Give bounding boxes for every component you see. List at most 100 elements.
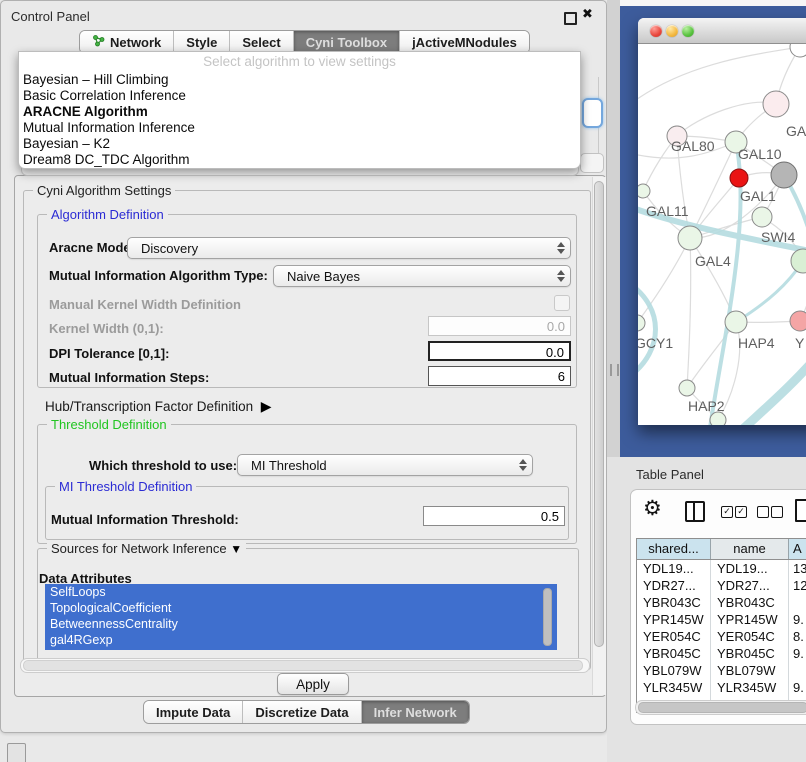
column-header-name[interactable]: name [711, 539, 789, 559]
deselect-all-checkbox-icon[interactable] [771, 506, 783, 518]
select-all-checkbox-icon[interactable]: ✓ [735, 506, 747, 518]
gear-icon[interactable]: ⚙ [643, 498, 662, 520]
algorithm-dropdown-placeholder: Select algorithm to view settings [19, 52, 580, 72]
close-traffic-light-icon[interactable] [650, 25, 662, 37]
apply-button[interactable]: Apply [277, 673, 349, 695]
algorithm-option-mutual-information-inference[interactable]: Mutual Information Inference [19, 120, 580, 136]
table-cell: 9. [789, 679, 806, 696]
node-label-hap4: HAP4 [738, 335, 775, 351]
table-row[interactable]: YLR345WYLR345W9. [637, 679, 806, 696]
attribute-item-gal4rgexp[interactable]: gal4RGexp [45, 632, 557, 648]
node-label-gal11: GAL11 [646, 203, 689, 219]
select-all-checkbox-icon[interactable]: ✓ [721, 506, 733, 518]
sources-legend[interactable]: Sources for Network Inference ▼ [47, 541, 246, 556]
network-node-gal11[interactable] [638, 184, 650, 198]
table-cell [789, 594, 806, 611]
tab-discretize-data[interactable]: Discretize Data [243, 701, 361, 723]
attribute-item-topologicalcoefficient[interactable]: TopologicalCoefficient [45, 600, 557, 616]
column-header-shared[interactable]: shared... [637, 539, 711, 559]
attribute-item-betweennesscentrality[interactable]: BetweennessCentrality [45, 616, 557, 632]
network-node-y[interactable] [790, 311, 806, 331]
table-horizontal-scrollbar[interactable] [635, 700, 806, 715]
tab-infer-network[interactable]: Infer Network [362, 701, 469, 723]
tab-jactivemnodules[interactable]: jActiveMNodules [400, 31, 529, 53]
float-window-icon[interactable] [564, 12, 577, 25]
attribute-item-selfloops[interactable]: SelfLoops [45, 584, 557, 600]
network-node[interactable] [790, 44, 806, 57]
mi-algorithm-type-combobox[interactable]: Naive Bayes [273, 265, 571, 287]
algorithm-option-bayesian-k2[interactable]: Bayesian – K2 [19, 136, 580, 152]
network-canvas[interactable]: GALGAL80GAL10GAL1SWI4GAL11GAL4GCY1HAP4YH… [638, 44, 806, 425]
aracne-mode-combobox[interactable]: Discovery [127, 237, 571, 259]
mi-threshold-field[interactable]: 0.5 [423, 506, 565, 526]
node-label-gal1: GAL1 [740, 188, 776, 204]
table-row[interactable]: YDR27...YDR27...12 [637, 577, 806, 594]
node-label-gal80: GAL80 [671, 138, 715, 154]
dpi-tolerance-field[interactable]: 0.0 [428, 341, 571, 361]
table-row[interactable]: YER054CYER054C8. [637, 628, 806, 645]
zoom-traffic-light-icon[interactable] [682, 25, 694, 37]
horizontal-scrollbar-thumb[interactable] [23, 660, 583, 671]
data-attributes-list[interactable]: SelfLoopsTopologicalCoefficientBetweenne… [45, 584, 557, 650]
algorithm-option-dream8-dc-tdc-algorithm[interactable]: Dream8 DC_TDC Algorithm [19, 152, 580, 168]
table-row[interactable]: YBL079WYBL079W [637, 662, 806, 679]
minimize-traffic-light-icon[interactable] [666, 25, 678, 37]
algorithm-dropdown-list: Bayesian – Hill ClimbingBasic Correlatio… [19, 72, 580, 168]
horizontal-scrollbar[interactable] [20, 658, 590, 673]
network-window-titlebar[interactable] [638, 18, 806, 44]
table-cell: YDL19... [637, 560, 711, 577]
table-cell: YLR345W [711, 679, 789, 696]
table-row[interactable]: YBR043CYBR043C [637, 594, 806, 611]
network-node-gal[interactable] [763, 91, 789, 117]
table-cell: 9. [789, 611, 806, 628]
expand-arrow-icon: ▶ [257, 398, 272, 414]
mi-steps-field[interactable]: 6 [428, 366, 571, 386]
close-icon[interactable]: ✖ [582, 6, 593, 22]
table-row[interactable]: YDL19...YDL19...13 [637, 560, 806, 577]
table-row[interactable]: YPR145WYPR145W9. [637, 611, 806, 628]
network-node-hap4[interactable] [725, 311, 747, 333]
table-row[interactable]: YBR045CYBR045C9. [637, 645, 806, 662]
tab-cyni-toolbox[interactable]: Cyni Toolbox [294, 31, 400, 53]
control-panel-window: Control Panel ✖ NetworkStyleSelectCyni T… [0, 0, 607, 733]
vertical-scrollbar[interactable] [592, 177, 606, 695]
divider-handle[interactable] [610, 364, 619, 376]
algorithm-option-basic-correlation-inference[interactable]: Basic Correlation Inference [19, 88, 580, 104]
columns-icon[interactable] [685, 501, 705, 522]
table-horizontal-scrollbar-thumb[interactable] [638, 702, 806, 713]
deselect-all-checkbox-icon[interactable] [757, 506, 769, 518]
network-node-gal4[interactable] [678, 226, 702, 250]
tab-network[interactable]: Network [80, 31, 174, 53]
combo-arrows-icon [552, 266, 570, 286]
network-node-gcy1[interactable] [638, 315, 645, 331]
panel-divider[interactable] [607, 0, 620, 457]
panel-corner-button[interactable] [7, 743, 26, 762]
list-scrollbar-thumb[interactable] [543, 588, 552, 646]
tab-impute-data[interactable]: Impute Data [144, 701, 243, 723]
network-node[interactable] [791, 249, 806, 273]
tab-label: jActiveMNodules [412, 35, 517, 50]
document-icon[interactable] [795, 499, 806, 522]
hub-definition-section[interactable]: Hub/Transcription Factor Definition ▶ [45, 398, 272, 415]
node-label-gal4: GAL4 [695, 253, 731, 269]
which-threshold-combobox[interactable]: MI Threshold [237, 454, 533, 476]
table-cell: 13 [789, 560, 806, 577]
network-node-hap2[interactable] [679, 380, 695, 396]
mi-threshold-label: Mutual Information Threshold: [51, 512, 239, 527]
network-node-gal1[interactable] [730, 169, 748, 187]
network-node[interactable] [710, 412, 726, 425]
mi-algorithm-type-label: Mutual Information Algorithm Type: [49, 268, 268, 283]
tab-select[interactable]: Select [230, 31, 293, 53]
network-node[interactable] [771, 162, 797, 188]
algorithm-option-aracne-algorithm[interactable]: ARACNE Algorithm [19, 104, 580, 120]
manual-kernel-width-checkbox[interactable] [554, 295, 570, 311]
hidden-focused-combo-fragment [582, 98, 603, 128]
algorithm-option-bayesian-hill-climbing[interactable]: Bayesian – Hill Climbing [19, 72, 580, 88]
tab-label: Discretize Data [255, 705, 348, 720]
column-header-a[interactable]: A [789, 539, 806, 559]
tab-label: Impute Data [156, 705, 230, 720]
network-node-swi4[interactable] [752, 207, 772, 227]
tab-style[interactable]: Style [174, 31, 230, 53]
kernel-width-field[interactable]: 0.0 [428, 316, 571, 336]
vertical-scrollbar-thumb[interactable] [594, 181, 604, 647]
